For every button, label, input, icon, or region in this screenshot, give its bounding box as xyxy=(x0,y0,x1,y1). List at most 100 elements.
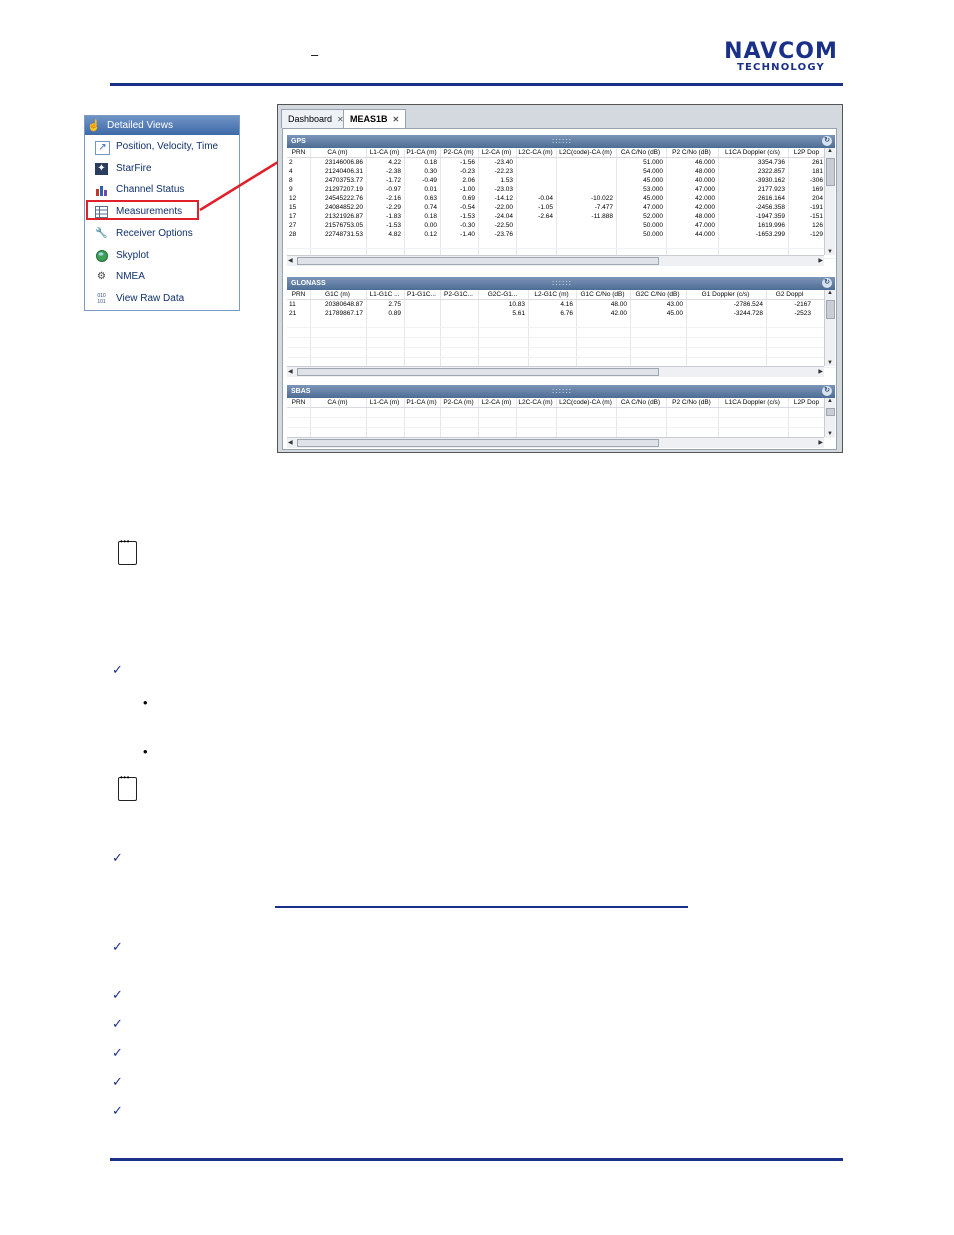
column-header[interactable]: CA (m) xyxy=(311,148,364,157)
table-cell: -24.04 xyxy=(494,213,513,220)
empty-row xyxy=(287,338,835,348)
grip-icon[interactable]: :::::: xyxy=(552,385,572,398)
table-row: 27 21576753.05 -1.53 0.00 -0.30 -22.50 50.000 4… xyxy=(287,221,835,230)
table-cell: -0.54 xyxy=(460,204,475,211)
vertical-scrollbar[interactable]: ▲ ▼ xyxy=(824,290,835,366)
table-cell: 27 xyxy=(289,222,297,229)
grip-icon[interactable]: :::::: xyxy=(552,277,572,290)
column-header[interactable]: G1C (m) xyxy=(311,290,364,299)
hyperlink-underline[interactable] xyxy=(275,906,688,908)
side-item-view-raw-data[interactable]: 010 101 View Raw Data xyxy=(85,289,239,309)
scroll-thumb[interactable] xyxy=(826,408,835,416)
glonass-panel: GLONASS :::::: ↻ PRN G1C (m) L1-G1C ... P1-… xyxy=(287,277,835,377)
column-header[interactable]: PRN xyxy=(289,398,308,407)
horizontal-scrollbar[interactable]: ◀ ▶ xyxy=(287,255,824,266)
column-header[interactable]: L2C(code)-CA (m) xyxy=(557,148,614,157)
scroll-thumb[interactable] xyxy=(297,439,659,447)
column-header[interactable]: P2-G1C... xyxy=(441,290,476,299)
table-cell: 52.000 xyxy=(643,213,663,220)
column-header[interactable]: CA (m) xyxy=(311,398,364,407)
scroll-up-arrow-icon: ▲ xyxy=(827,290,833,296)
column-header[interactable]: L1-CA (m) xyxy=(367,148,402,157)
column-header[interactable]: L1CA Doppler (c/s) xyxy=(719,148,786,157)
column-header[interactable]: L1-G1C ... xyxy=(367,290,402,299)
table-cell: 3354.736 xyxy=(757,159,785,166)
table-cell: 48.000 xyxy=(695,213,715,220)
column-header[interactable]: G2 Doppl xyxy=(767,290,812,299)
side-item-label: NMEA xyxy=(116,271,145,282)
column-header[interactable]: L2-CA (m) xyxy=(479,148,514,157)
column-header[interactable]: G2C C/No (dB) xyxy=(631,290,684,299)
scroll-thumb[interactable] xyxy=(297,257,659,265)
table-cell: 42.00 xyxy=(610,310,627,317)
table-cell: -1947.359 xyxy=(755,213,785,220)
column-header[interactable]: P2 C/No (dB) xyxy=(667,148,716,157)
table-cell: -2786.524 xyxy=(733,301,763,308)
vertical-scrollbar[interactable]: ▲ ▼ xyxy=(824,148,835,255)
table-cell: 1.53 xyxy=(500,177,513,184)
refresh-icon[interactable]: ↻ xyxy=(822,278,832,288)
side-item-nmea[interactable]: ⚙ NMEA xyxy=(85,267,239,287)
table-cell: -2.16 xyxy=(386,195,401,202)
side-item-skyplot[interactable]: Skyplot xyxy=(85,246,239,266)
refresh-icon[interactable]: ↻ xyxy=(822,386,832,396)
table-cell: 4.82 xyxy=(388,231,401,238)
side-item-label: View Raw Data xyxy=(116,293,185,304)
horizontal-scrollbar[interactable]: ◀ ▶ xyxy=(287,437,824,448)
scroll-thumb[interactable] xyxy=(826,300,835,319)
check-mark: ✓ xyxy=(112,662,123,677)
scroll-thumb[interactable] xyxy=(297,368,659,376)
column-header[interactable]: L2C(code)-CA (m) xyxy=(557,398,614,407)
scroll-thumb[interactable] xyxy=(826,158,835,186)
column-header[interactable]: G1 Doppler (c/s) xyxy=(687,290,764,299)
table-cell: -0.23 xyxy=(460,168,475,175)
sbas-panel-header: SBAS :::::: ↻ xyxy=(287,385,835,398)
column-header[interactable]: P1-CA (m) xyxy=(405,398,438,407)
globe-icon xyxy=(95,250,108,262)
tab-meas1b[interactable]: MEAS1B ✕ xyxy=(343,109,407,128)
column-header[interactable]: L1-CA (m) xyxy=(367,398,402,407)
column-header[interactable]: P2-CA (m) xyxy=(441,148,476,157)
column-header[interactable]: CA C/No (dB) xyxy=(617,148,664,157)
table-cell: -22.00 xyxy=(494,204,513,211)
column-header[interactable]: G1C C/No (dB) xyxy=(577,290,628,299)
table-cell: 181 xyxy=(812,168,823,175)
side-item-label: Skyplot xyxy=(116,250,149,261)
column-header[interactable]: P2 C/No (dB) xyxy=(667,398,716,407)
column-header[interactable]: L2P Dop xyxy=(789,148,824,157)
check-mark: ✓ xyxy=(112,1045,123,1060)
grip-icon[interactable]: :::::: xyxy=(552,135,572,148)
table-cell: 261 xyxy=(812,159,823,166)
tab-dashboard[interactable]: Dashboard ✕ xyxy=(281,109,351,128)
table-cell: -2167 xyxy=(794,301,811,308)
table-cell: -1.00 xyxy=(460,186,475,193)
glonass-panel-header: GLONASS :::::: ↻ xyxy=(287,277,835,290)
side-item-receiver-options[interactable]: 🔧 Receiver Options xyxy=(85,224,239,244)
column-header[interactable]: PRN xyxy=(289,290,308,299)
table-cell: -2456.358 xyxy=(755,204,785,211)
vertical-scrollbar[interactable]: ▲ ▼ xyxy=(824,398,835,437)
column-header[interactable]: L2-CA (m) xyxy=(479,398,514,407)
column-header[interactable]: G2C-G1... xyxy=(479,290,526,299)
table-header-row: PRN CA (m) L1-CA (m) P1-CA (m) P2-CA (m) L2-C… xyxy=(287,148,835,158)
table-cell: 4 xyxy=(289,168,293,175)
column-header[interactable]: L1CA Doppler (c/s) xyxy=(719,398,786,407)
pvt-chart-icon: ↗ xyxy=(95,141,110,155)
column-header[interactable]: L2-G1C (m) xyxy=(529,290,574,299)
close-icon[interactable]: ✕ xyxy=(393,115,400,124)
column-header[interactable]: PRN xyxy=(289,148,308,157)
column-header[interactable]: L2P Dop xyxy=(789,398,824,407)
column-header[interactable]: CA C/No (dB) xyxy=(617,398,664,407)
column-header[interactable]: P2-CA (m) xyxy=(441,398,476,407)
column-header[interactable]: L2C-CA (m) xyxy=(517,148,554,157)
column-header[interactable]: P1-G1C... xyxy=(405,290,438,299)
scroll-down-arrow-icon: ▼ xyxy=(827,360,833,366)
refresh-icon[interactable]: ↻ xyxy=(822,136,832,146)
table-cell: 21321926.87 xyxy=(325,213,363,220)
glonass-table: PRN G1C (m) L1-G1C ... P1-G1C... P2-G1C... G2… xyxy=(287,290,835,377)
horizontal-scrollbar[interactable]: ◀ ▶ xyxy=(287,366,824,377)
table-cell: -0.49 xyxy=(422,177,437,184)
gps-panel: GPS :::::: ↻ PRN CA (m) L1-CA (m) P1-CA (m)… xyxy=(287,135,835,266)
column-header[interactable]: L2C-CA (m) xyxy=(517,398,554,407)
column-header[interactable]: P1-CA (m) xyxy=(405,148,438,157)
